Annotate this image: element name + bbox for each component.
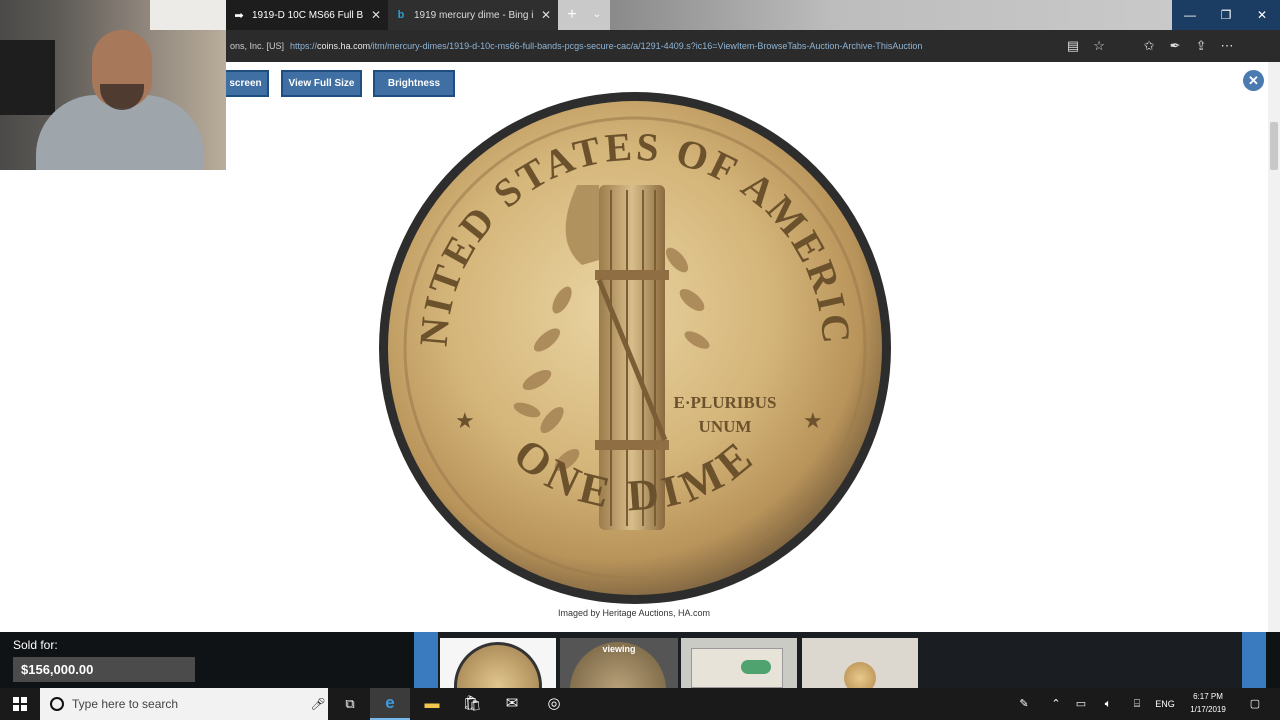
pen-workspace-icon[interactable]: ✎ — [1012, 688, 1036, 720]
taskbar-search-box[interactable]: Type here to search 🎤︎ — [40, 688, 328, 720]
microphone-icon[interactable]: 🎤︎ — [308, 697, 328, 711]
close-tab-icon[interactable]: ✕ — [368, 8, 384, 22]
thumbnail-next-button[interactable] — [1242, 632, 1266, 688]
screen: screen View Full Size Brightness ✕ NITED… — [0, 0, 1280, 720]
tab-title: 1919 mercury dime - Bing i — [414, 9, 534, 21]
minimize-icon[interactable]: — — [1172, 0, 1208, 30]
mail-icon[interactable]: ✉ — [492, 688, 532, 720]
action-center-icon[interactable]: ▢ — [1242, 688, 1268, 720]
image-credit: Imaged by Heritage Auctions, HA.com — [557, 608, 711, 618]
edge-taskbar-button[interactable]: e — [370, 688, 410, 720]
thumbnail-strip: viewing — [414, 632, 1266, 688]
coin-motto-line2: UNUM — [699, 417, 752, 436]
reading-view-icon[interactable]: ▤ — [1060, 38, 1086, 54]
star-icon: ★ — [803, 408, 823, 433]
thumbnail-coin-obverse[interactable]: viewing — [560, 638, 678, 688]
share-icon[interactable]: ⇪ — [1188, 38, 1214, 54]
file-explorer-icon[interactable]: ▬ — [412, 688, 452, 720]
webcam-background-object — [0, 40, 55, 115]
coin-motto-line1: E·PLURIBUS — [674, 393, 777, 412]
more-options-icon[interactable]: ⋯ — [1214, 38, 1240, 54]
webcam-overlay — [0, 0, 226, 170]
store-icon[interactable]: 🛍︎ — [452, 688, 492, 720]
chrome-icon[interactable]: ◎ — [534, 688, 574, 720]
thumbnail-slab-front[interactable] — [681, 638, 797, 688]
show-hidden-icons-icon[interactable]: ⌃ — [1046, 688, 1066, 720]
auction-gallery-bar: Sold for: $156,000.00 viewing — [0, 632, 1280, 688]
url-prefix: https:// — [290, 41, 318, 51]
edge-icon: e — [385, 693, 395, 712]
tab-bing-search[interactable]: b 1919 mercury dime - Bing i ✕ — [388, 0, 558, 30]
close-viewer-icon[interactable]: ✕ — [1243, 70, 1264, 91]
address-bar[interactable]: ons, Inc. [US] https://coins.ha.com/itm/… — [226, 30, 1280, 62]
windows-start-icon[interactable] — [0, 688, 40, 720]
network-icon[interactable]: ⌸ — [1124, 688, 1150, 720]
sold-label: Sold for: — [13, 638, 58, 652]
thumbnail-prev-button[interactable] — [414, 632, 438, 688]
volume-icon[interactable]: 🔈︎ — [1096, 688, 1120, 720]
tab-heritage-auction[interactable]: ➡ 1919-D 10C MS66 Full B ✕ — [226, 0, 388, 30]
fullscreen-button[interactable]: screen — [222, 70, 269, 97]
bing-icon: b — [397, 9, 405, 21]
thumbnail-slab-back[interactable] — [802, 638, 918, 688]
favorites-icon[interactable]: ✩ — [1136, 38, 1162, 54]
star-icon: ★ — [455, 408, 475, 433]
sold-price: $156,000.00 — [13, 657, 195, 682]
url-path: /itm/mercury-dimes/1919-d-10c-ms66-full-… — [370, 41, 923, 51]
task-view-icon[interactable]: ⧉ — [330, 688, 370, 720]
windows-taskbar: Type here to search 🎤︎ ⧉ e ▬ 🛍︎ ✉ ◎ ✎ ⌃ … — [0, 688, 1280, 720]
close-tab-icon[interactable]: ✕ — [538, 8, 554, 22]
tab-title: 1919-D 10C MS66 Full B — [252, 9, 364, 21]
mercury-dime-reverse-image[interactable]: UNITED STATES OF AMERICA ONE DIME E·PLUR… — [377, 90, 893, 606]
url-text[interactable]: https://coins.ha.com/itm/mercury-dimes/1… — [290, 41, 1060, 51]
tab-list-chevron-down-icon[interactable]: ⌄ — [586, 0, 608, 30]
scroll-thumb[interactable] — [1270, 122, 1278, 170]
thumbnail-viewing-label: viewing — [602, 644, 636, 654]
heritage-icon: ➡ — [234, 9, 244, 22]
favorite-star-icon[interactable]: ☆ — [1086, 38, 1112, 54]
notes-pen-icon[interactable]: ✒ — [1162, 38, 1188, 54]
thumbnail-coin-reverse[interactable] — [440, 638, 556, 688]
view-full-size-button[interactable]: View Full Size — [281, 70, 362, 97]
cortana-icon — [50, 697, 64, 711]
close-window-icon[interactable]: ✕ — [1244, 0, 1280, 30]
url-domain: coins.ha.com — [317, 41, 371, 51]
new-tab-icon[interactable]: + — [560, 0, 584, 30]
taskbar-clock[interactable]: 6:17 PM 1/17/2019 — [1182, 690, 1234, 716]
language-indicator[interactable]: ENG — [1152, 688, 1178, 720]
battery-icon[interactable]: ▭ — [1070, 688, 1092, 720]
clock-date: 1/17/2019 — [1190, 705, 1226, 714]
restore-icon[interactable]: ❐ — [1208, 0, 1244, 30]
tab-strip-background — [610, 0, 1170, 30]
page-scrollbar[interactable] — [1268, 62, 1280, 632]
clock-time: 6:17 PM — [1193, 692, 1223, 701]
taskbar-search-placeholder: Type here to search — [72, 697, 179, 711]
site-identity[interactable]: ons, Inc. [US] — [230, 41, 284, 51]
webcam-background-light — [150, 0, 226, 30]
